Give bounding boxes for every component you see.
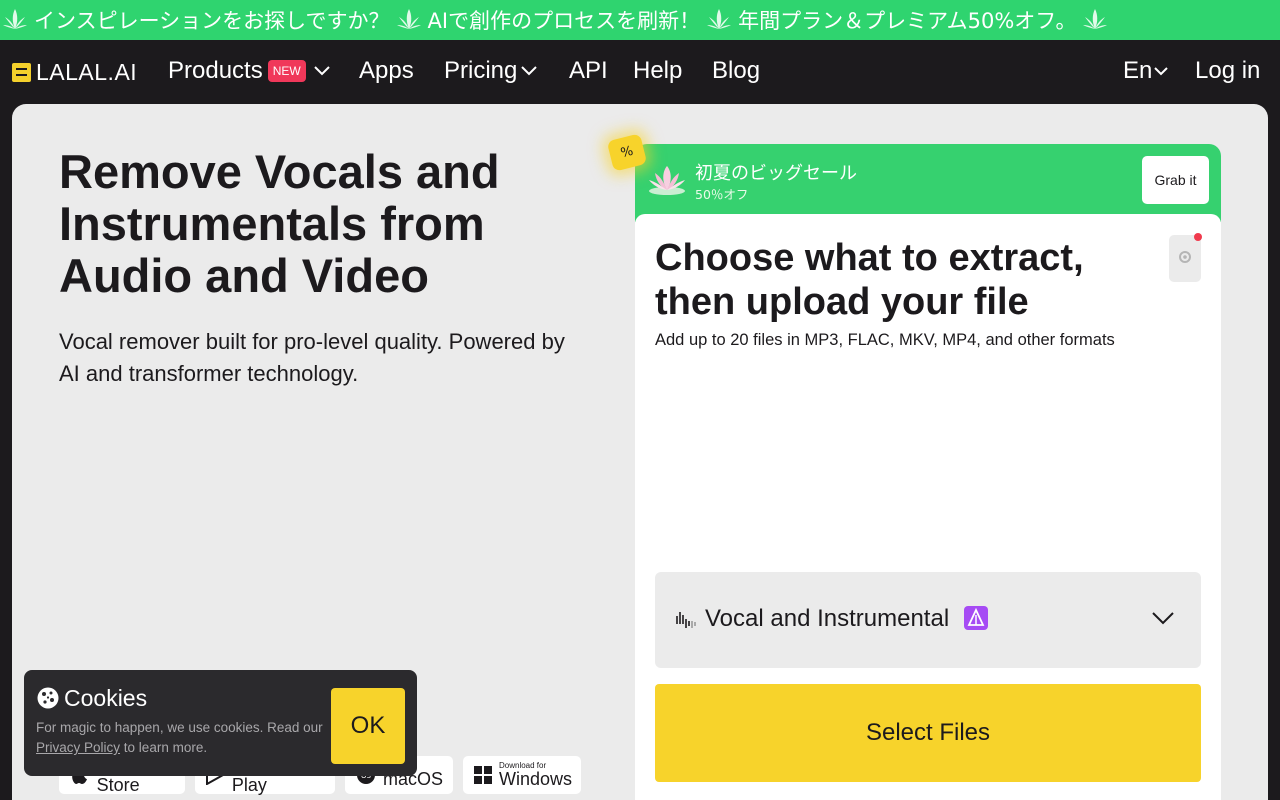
login-link[interactable]: Log in [1195,54,1260,88]
stem-selector[interactable]: Vocal and Instrumental [655,572,1201,668]
top-navbar: LALAL.AI Products NEW Apps Pricing API H… [0,40,1280,104]
logo-icon [12,62,31,82]
hero-title: Remove Vocals and Instrumentals from Aud… [59,145,500,302]
windows-download-button[interactable]: Download for Windows [463,756,581,794]
nav-products[interactable]: Products NEW [168,54,330,88]
nav-pricing[interactable]: Pricing [444,54,538,88]
premium-stem-icon [964,606,988,630]
chevron-down-icon [314,66,330,76]
notification-dot [1194,233,1202,241]
promo-text-2: AIで創作のプロセスを刷新！ [427,9,701,33]
upload-panel: Choose what to extract, then upload your… [635,214,1221,800]
gear-icon [1178,249,1192,268]
nav-products-label: Products [168,57,263,84]
promo-text-1: インスピレーションをお探しですか？ [34,9,390,33]
leaf-icon [706,7,732,33]
cookie-title: Cookies [64,685,148,711]
nav-apps[interactable]: Apps [359,54,414,88]
waveform-icon [675,610,699,630]
cookie-text: For magic to happen, we use cookies. Rea… [36,718,326,758]
new-badge: NEW [267,60,306,82]
promo-track: インスピレーションをお探しですか？ AIで創作のプロセスを刷新！ 年間プラン＆プ… [0,0,1114,40]
logo-text: LALAL.AI [36,58,138,85]
settings-button[interactable] [1169,235,1201,282]
sale-title: 初夏のビッグセール [695,163,857,184]
promo-banner[interactable]: インスピレーションをお探しですか？ AIで創作のプロセスを刷新！ 年間プラン＆プ… [0,0,1280,40]
nav-help[interactable]: Help [633,54,682,88]
stem-label: Vocal and Instrumental [705,605,950,632]
cookie-text-after: to learn more. [123,740,208,755]
nav-blog[interactable]: Blog [712,54,760,88]
language-label: En [1123,57,1153,84]
lotus-icon [647,162,687,196]
leaf-icon [1082,7,1108,33]
upload-subtitle: Add up to 20 files in MP3, FLAC, MKV, MP… [655,331,1115,349]
windows-label: Windows [499,769,573,789]
sale-banner: 初夏のビッグセール 50％オフ Grab it [635,144,1221,222]
cookie-banner: Cookies For magic to happen, we use cook… [24,670,417,776]
chevron-down-icon [1151,610,1175,629]
nav-api[interactable]: API [569,54,608,88]
hero-subtitle: Vocal remover built for pro-level qualit… [59,329,565,386]
leaf-icon [2,7,28,33]
chevron-down-icon [521,66,538,76]
nav-pricing-label: Pricing [444,57,518,84]
select-files-button[interactable]: Select Files [655,684,1201,782]
privacy-policy-link[interactable]: Privacy Policy [36,740,120,755]
sale-subtitle: 50％オフ [695,187,749,202]
cookie-icon [36,686,60,710]
language-selector[interactable]: En [1123,54,1169,88]
cookie-ok-button[interactable]: OK [331,688,405,764]
cookie-text-before: For magic to happen, we use cookies. Rea… [36,720,323,735]
chevron-down-icon [1154,66,1169,76]
leaf-icon [396,7,422,33]
grab-it-button[interactable]: Grab it [1142,156,1209,204]
upload-title: Choose what to extract, then upload your… [655,237,1084,323]
logo-link[interactable]: LALAL.AI [12,58,137,86]
promo-text-3: 年間プラン＆プレミアム50%オフ。 [738,9,1077,33]
windows-icon [473,764,493,786]
